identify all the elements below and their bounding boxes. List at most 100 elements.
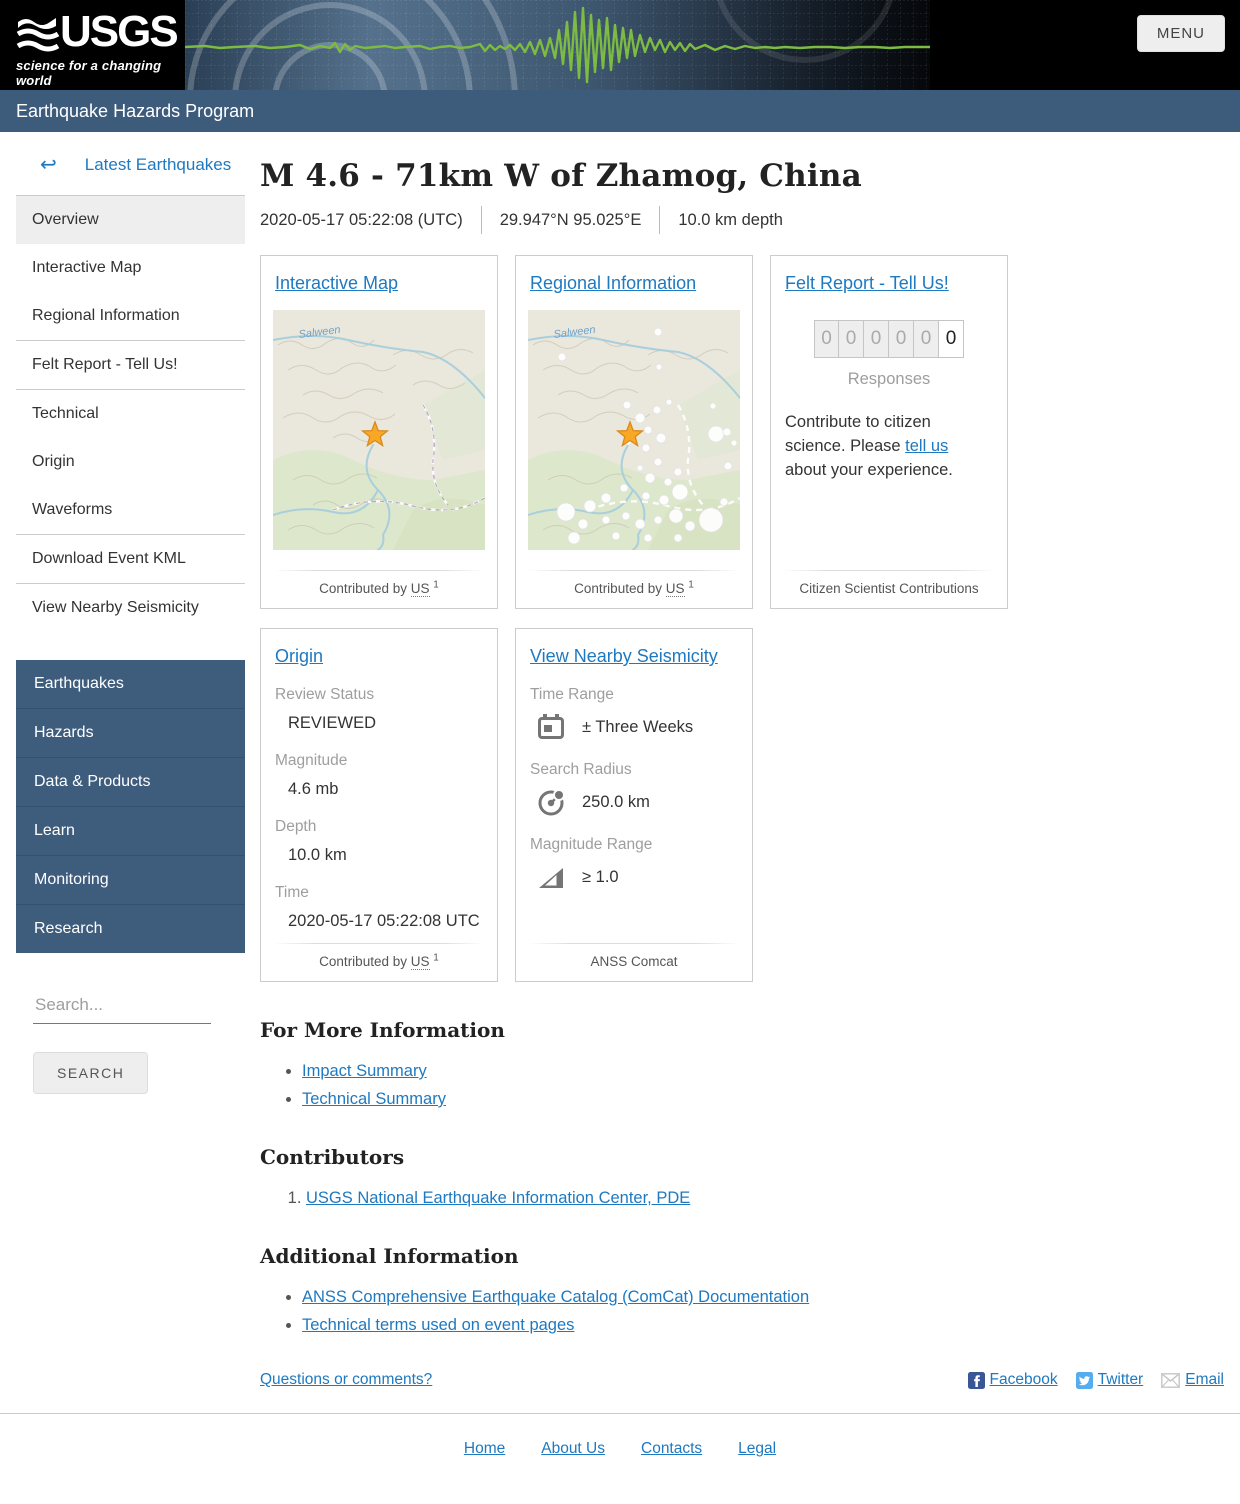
usgs-tagline: science for a changing world [16,58,162,88]
event-meta: 2020-05-17 05:22:08 (UTC) 29.947°N 95.02… [260,206,1224,234]
twitter-share[interactable]: Twitter [1075,1371,1144,1389]
footer-home-link[interactable]: Home [464,1440,505,1458]
email-link: Email [1185,1371,1224,1388]
tell-us-link[interactable]: tell us [905,437,948,455]
field-value: 250.0 km [582,792,650,811]
usgs-logo-text: USGS [60,7,179,56]
regional-information-link[interactable]: Regional Information [530,273,696,294]
event-coordinates: 29.947°N 95.025°E [499,210,642,229]
nav-item-data-products[interactable]: Data & Products [16,757,245,806]
event-depth: 10.0 km depth [678,210,783,229]
footer-about-link[interactable]: About Us [541,1440,605,1458]
counter-digit: 0 [914,320,939,358]
contributor-code: US [665,581,685,597]
field-label: Search Radius [530,761,632,778]
nav-item-learn[interactable]: Learn [16,806,245,855]
page-title: M 4.6 - 71km W of Zhamog, China [260,158,862,194]
menu-button[interactable]: MENU [1136,15,1225,52]
calendar-icon [538,714,564,739]
contributed-by: Contributed by US 1 [319,952,439,970]
latest-earthquakes-link[interactable]: Latest Earthquakes [85,155,231,175]
contributed-by: Contributed by US 1 [319,579,439,597]
felt-report-link[interactable]: Felt Report - Tell Us! [785,273,949,294]
sidebar-item-overview[interactable]: Overview [16,196,245,244]
origin-card: Origin Review Status REVIEWED Magnitude … [260,628,498,982]
counter-digit: 0 [889,320,914,358]
nav-item-monitoring[interactable]: Monitoring [16,855,245,904]
impact-summary-link[interactable]: Impact Summary [302,1062,427,1080]
sidebar-item-regional-information[interactable]: Regional Information [16,292,245,340]
contributor-code: US [410,581,430,597]
technical-terms-link[interactable]: Technical terms used on event pages [302,1316,574,1334]
technical-summary-link[interactable]: Technical Summary [302,1090,446,1108]
sidebar-item-felt-report[interactable]: Felt Report - Tell Us! [16,340,245,389]
interactive-map-card: Interactive Map Salween Contributed by U… [260,255,498,609]
field-value: REVIEWED [288,714,377,732]
for-more-information-heading: For More Information [260,1018,505,1042]
felt-report-text: Contribute to citizen science. Please te… [785,413,953,479]
contributed-by: Contributed by US 1 [574,579,694,597]
footer-contacts-link[interactable]: Contacts [641,1440,702,1458]
contributors-list: USGS National Earthquake Information Cen… [306,1189,1224,1208]
nearby-seismicity-card: View Nearby Seismicity Time Range ± Thre… [515,628,753,982]
origin-field: Time 2020-05-17 05:22:08 UTC [273,884,485,931]
field-label: Time [275,884,309,901]
list-item: Technical Summary [302,1090,1224,1109]
field-label: Magnitude Range [530,836,653,853]
back-arrow-icon: ↩ [40,154,57,176]
origin-link[interactable]: Origin [275,646,323,667]
usgs-logo[interactable]: USGS science for a changing world [0,0,185,90]
field-label: Magnitude [275,752,348,769]
contributors-heading: Contributors [260,1145,405,1169]
main-content: M 4.6 - 71km W of Zhamog, China 2020-05-… [245,132,1240,1413]
nav-item-research[interactable]: Research [16,904,245,953]
sidebar-item-interactive-map[interactable]: Interactive Map [16,244,245,292]
email-share[interactable]: Email [1161,1371,1224,1389]
nav-item-earthquakes[interactable]: Earthquakes [16,660,245,708]
footer-legal-link[interactable]: Legal [738,1440,776,1458]
card-footer-label: ANSS Comcat [590,954,678,969]
social-links: Facebook Twitter Email [967,1371,1224,1389]
field-value: 2020-05-17 05:22:08 UTC [288,912,480,930]
sidebar-item-view-nearby-seismicity[interactable]: View Nearby Seismicity [16,583,245,632]
field-label: Time Range [530,686,614,703]
event-page-nav: Overview Interactive Map Regional Inform… [16,195,245,632]
magnitude-icon [539,868,563,888]
sidebar-item-waveforms[interactable]: Waveforms [16,486,245,534]
event-datetime: 2020-05-17 05:22:08 (UTC) [260,210,463,229]
questions-comments-link[interactable]: Questions or comments? [260,1371,432,1389]
twitter-link: Twitter [1097,1371,1144,1388]
interactive-map-link[interactable]: Interactive Map [275,273,398,294]
sidebar-item-download-kml[interactable]: Download Event KML [16,534,245,583]
sidebar-item-technical[interactable]: Technical [16,389,245,438]
contributor-link[interactable]: USGS National Earthquake Information Cen… [306,1189,690,1207]
field-value: ≥ 1.0 [582,867,619,886]
counter-digit: 0 [814,320,839,358]
search-input[interactable] [33,991,211,1024]
footer-links: Home About Us Contacts Legal [0,1440,1240,1458]
comcat-documentation-link[interactable]: ANSS Comprehensive Earthquake Catalog (C… [302,1288,809,1306]
field-label: Review Status [275,686,375,703]
field-label: Depth [275,818,317,835]
view-nearby-seismicity-link[interactable]: View Nearby Seismicity [530,646,718,667]
interactive-map-thumbnail[interactable]: Salween [273,310,485,550]
facebook-icon [967,1371,985,1389]
radius-icon [538,789,565,816]
meta-separator [480,206,482,234]
back-to-latest-earthquakes[interactable]: ↩ Latest Earthquakes [16,132,245,195]
list-item: Impact Summary [302,1062,1224,1081]
nav-item-hazards[interactable]: Hazards [16,708,245,757]
program-title: Earthquake Hazards Program [16,100,255,121]
additional-info-list: ANSS Comprehensive Earthquake Catalog (C… [302,1288,1224,1335]
facebook-link: Facebook [989,1371,1058,1388]
list-item: ANSS Comprehensive Earthquake Catalog (C… [302,1288,1224,1307]
meta-separator [659,206,661,234]
counter-digit: 0 [864,320,889,358]
responses-counter: 0 0 0 0 0 0 [783,320,995,358]
regional-information-thumbnail[interactable]: Salween [528,310,740,550]
responses-label: Responses [847,370,931,388]
search-button[interactable]: SEARCH [33,1052,149,1094]
origin-field: Review Status REVIEWED [273,686,485,733]
sidebar-item-origin[interactable]: Origin [16,438,245,486]
facebook-share[interactable]: Facebook [967,1371,1058,1389]
